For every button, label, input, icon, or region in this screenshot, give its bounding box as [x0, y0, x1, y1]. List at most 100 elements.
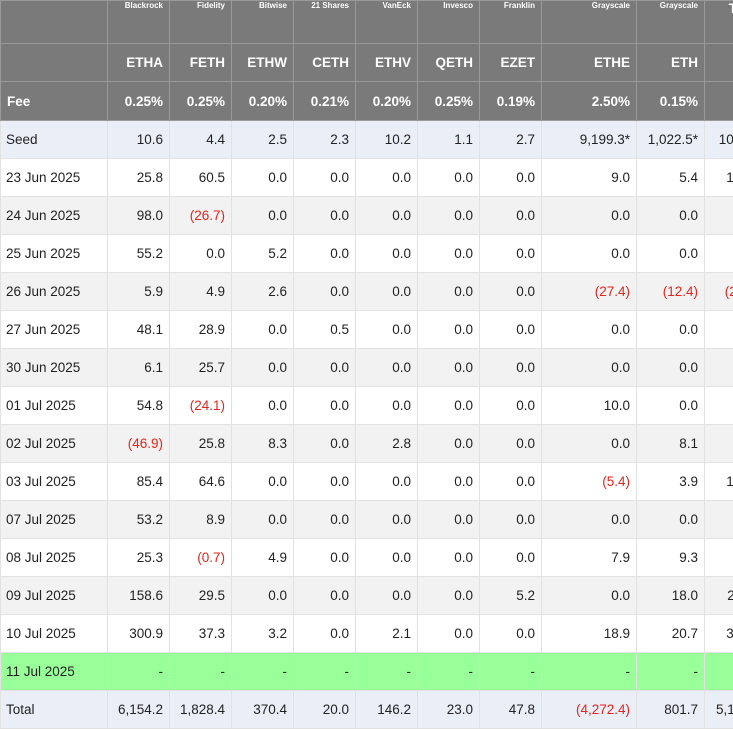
table-row: 26 Jun 2025 5.9 4.9 2.6 0.0 0.0 0.0 0.0 (27.4) (1… [0, 272, 733, 311]
issuer-header: Invesco [417, 0, 480, 44]
flow-cell: 0.0 [636, 196, 705, 235]
flow-cell: 0.0 [417, 576, 480, 615]
flow-cell: - [293, 652, 356, 691]
flow-cell: 48.1 [107, 310, 170, 349]
flow-cell: 0.0 [417, 424, 480, 463]
flow-cell: 64.6 [169, 462, 232, 501]
total-column-spacer [704, 81, 733, 121]
row-total-cell: 211.3 [704, 576, 733, 615]
seed-row: Seed 10.6 4.4 2.5 2.3 10.2 1.1 2.7 9,199.3* 1,022… [0, 120, 733, 159]
flow-cell: 0.0 [479, 386, 542, 425]
row-label: 26 Jun 2025 [0, 272, 108, 311]
flow-cell: 10.2 [355, 120, 418, 159]
flow-cell: 0.0 [231, 386, 294, 425]
row-label: 23 Jun 2025 [0, 158, 108, 197]
flow-cell: (26.7) [169, 196, 232, 235]
flow-cell: 9.3 [636, 538, 705, 577]
header-corner [0, 43, 108, 82]
table-row: 01 Jul 2025 54.8 (24.1) 0.0 0.0 0.0 0.0 0.0 10.0… [0, 386, 733, 425]
flow-cell: 0.0 [479, 272, 542, 311]
row-total-cell: 0.0 [704, 652, 733, 691]
flow-cell: 20.7 [636, 614, 705, 653]
issuer-header: Franklin [479, 0, 542, 44]
flow-cell: 0.0 [479, 500, 542, 539]
etf-flows-table: Blackrock Fidelity Bitwise 21 Shares VanEck I… [0, 0, 733, 729]
ticker-header-row: ETHA FETH ETHW CETH ETHV QETH EZET ETHE ETH [0, 43, 733, 82]
flow-cell: 0.0 [231, 462, 294, 501]
flow-cell: - [541, 652, 637, 691]
flow-cell: 54.8 [107, 386, 170, 425]
flow-cell: - [231, 652, 294, 691]
flow-cell: 0.0 [355, 538, 418, 577]
row-label: 07 Jul 2025 [0, 500, 108, 539]
row-total-cell: 148.5 [704, 462, 733, 501]
flow-cell: 1,828.4 [169, 690, 232, 729]
flow-cell: 60.5 [169, 158, 232, 197]
flow-cell: 0.0 [636, 310, 705, 349]
flow-cell: 53.2 [107, 500, 170, 539]
flow-cell: 0.0 [541, 234, 637, 273]
header-corner [0, 0, 108, 44]
ticker-header: QETH [417, 43, 480, 82]
flow-cell: 0.0 [231, 576, 294, 615]
flow-cell: 0.0 [541, 310, 637, 349]
row-label: 30 Jun 2025 [0, 348, 108, 387]
table-row: 25 Jun 202555.20.05.20.00.00.00.00.00.06… [0, 234, 733, 273]
flow-cell: 5.2 [479, 576, 542, 615]
row-label: 25 Jun 2025 [0, 234, 108, 273]
totals-row: Total 6,154.2 1,828.4 370.4 20.0 146.2 23.0 47.… [0, 690, 733, 729]
flow-cell: 0.0 [479, 310, 542, 349]
flow-cell: 370.4 [231, 690, 294, 729]
flow-cell: 0.0 [417, 386, 480, 425]
flow-cell: 0.0 [293, 614, 356, 653]
flow-cell: - [479, 652, 542, 691]
flow-cell: 0.0 [293, 348, 356, 387]
row-label: 11 Jul 2025 [0, 652, 108, 691]
flow-cell: 0.0 [293, 500, 356, 539]
flow-cell: (5.4) [541, 462, 637, 501]
flow-cell: 801.7 [636, 690, 705, 729]
flow-cell: 0.0 [293, 462, 356, 501]
flow-cell: 0.0 [355, 158, 418, 197]
flow-cell: 25.7 [169, 348, 232, 387]
flow-cell: (46.9) [107, 424, 170, 463]
issuer-header: 21 Shares [293, 0, 356, 44]
flow-cell: 0.0 [541, 424, 637, 463]
flow-cell: 300.9 [107, 614, 170, 653]
flow-cell: - [355, 652, 418, 691]
row-total-cell: 77.5 [704, 310, 733, 349]
flow-cell: 10.0 [541, 386, 637, 425]
flow-cell: 3.9 [636, 462, 705, 501]
flow-cell: 0.0 [293, 158, 356, 197]
flow-cell: 0.0 [293, 234, 356, 273]
ticker-header: ETHV [355, 43, 418, 82]
flow-cell: 0.0 [541, 196, 637, 235]
fee-value: 0.20% [355, 81, 418, 121]
row-total-cell: 62.1 [704, 500, 733, 539]
issuer-header: Grayscale [636, 0, 705, 44]
flow-cell: - [169, 652, 232, 691]
flow-cell: 5.2 [231, 234, 294, 273]
flow-cell: 0.0 [355, 576, 418, 615]
flow-cell: 0.0 [417, 614, 480, 653]
flow-cell: 8.9 [169, 500, 232, 539]
flow-cell: 1,022.5* [636, 120, 705, 159]
flow-cell: 0.0 [636, 386, 705, 425]
flow-cell: 0.0 [169, 234, 232, 273]
flow-cell: 0.0 [293, 196, 356, 235]
issuer-header: Blackrock [107, 0, 170, 44]
row-total-cell: 5,119.3 [704, 690, 733, 729]
fee-value: 0.21% [293, 81, 356, 121]
flow-cell: 18.9 [541, 614, 637, 653]
flow-cell: 2.5 [231, 120, 294, 159]
table-row: 10 Jul 2025 300.9 37.3 3.2 0.0 2.1 0.0 0.0 18.9 2… [0, 614, 733, 653]
flow-cell: 0.0 [293, 538, 356, 577]
flow-cell: 0.0 [636, 500, 705, 539]
ticker-header: ETHE [541, 43, 637, 82]
flow-cell: 5.4 [636, 158, 705, 197]
flow-cell: 25.8 [169, 424, 232, 463]
ticker-header: EZET [479, 43, 542, 82]
fee-value: 0.25% [107, 81, 170, 121]
flow-cell: 0.0 [231, 348, 294, 387]
flow-cell: (24.1) [169, 386, 232, 425]
